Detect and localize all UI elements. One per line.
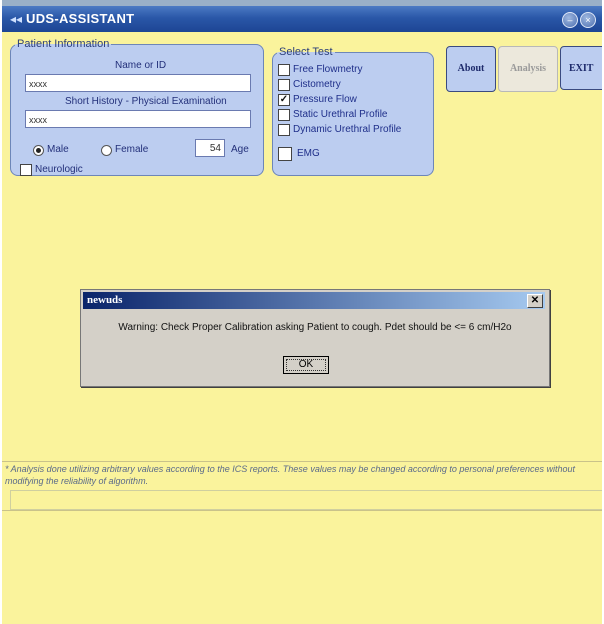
female-radio[interactable]: [101, 145, 112, 156]
analysis-note-text: * Analysis done utilizing arbitrary valu…: [5, 464, 575, 486]
neurologic-label: Neurologic: [35, 164, 83, 175]
female-label: Female: [115, 144, 149, 155]
window-title: UDS-ASSISTANT: [26, 11, 135, 26]
dialog-close-icon[interactable]: ✕: [527, 294, 543, 308]
test-label-pressure-flow: Pressure Flow: [293, 94, 357, 105]
warning-dialog: newuds ✕ Warning: Check Proper Calibrati…: [80, 289, 550, 387]
test-label-dynamic-urethral-profile: Dynamic Urethral Profile: [293, 124, 402, 135]
select-test-legend: Select Test: [279, 46, 333, 58]
about-button[interactable]: About: [446, 46, 496, 92]
minimize-icon[interactable]: –: [562, 12, 578, 28]
test-checkbox-static-urethral-profile[interactable]: [278, 109, 290, 121]
test-label-static-urethral-profile: Static Urethral Profile: [293, 109, 388, 120]
test-checkbox-cistometry[interactable]: [278, 79, 290, 91]
emg-checkbox[interactable]: [278, 147, 292, 161]
history-input[interactable]: xxxx: [25, 110, 251, 128]
test-checkbox-pressure-flow[interactable]: ✓: [278, 94, 290, 106]
emg-label: EMG: [297, 148, 320, 159]
analysis-note: * Analysis done utilizing arbitrary valu…: [2, 461, 602, 511]
age-input[interactable]: 54: [195, 139, 225, 157]
test-checkbox-free-flowmetry[interactable]: [278, 64, 290, 76]
patient-info-legend: Patient Information: [17, 38, 110, 50]
neurologic-checkbox[interactable]: [20, 164, 32, 176]
dialog-message: Warning: Check Proper Calibration asking…: [118, 322, 512, 333]
name-label: Name or ID: [115, 60, 167, 71]
test-checkbox-dynamic-urethral-profile[interactable]: [278, 124, 290, 136]
test-label-free-flowmetry: Free Flowmetry: [293, 64, 363, 75]
select-test-group: Select Test Free Flowmetry Cistometry ✓ …: [272, 46, 434, 176]
analysis-button[interactable]: Analysis: [498, 46, 558, 92]
male-label: Male: [47, 144, 69, 155]
exit-button[interactable]: EXIT: [560, 46, 602, 90]
male-radio[interactable]: [33, 145, 44, 156]
note-box: [10, 490, 602, 510]
app-icon: ◂◂: [10, 12, 23, 26]
test-label-cistometry: Cistometry: [293, 79, 341, 90]
title-bar: ◂◂ UDS-ASSISTANT – ×: [2, 6, 602, 32]
app-window: ◂◂ UDS-ASSISTANT – × Patient Information…: [2, 0, 602, 624]
ok-button[interactable]: OK: [283, 356, 329, 374]
age-label: Age: [231, 144, 249, 155]
name-input[interactable]: xxxx: [25, 74, 251, 92]
close-icon[interactable]: ×: [580, 12, 596, 28]
dialog-title: newuds: [83, 292, 545, 309]
history-label: Short History - Physical Examination: [65, 96, 227, 107]
patient-info-group: Patient Information Name or ID xxxx Shor…: [10, 38, 264, 176]
